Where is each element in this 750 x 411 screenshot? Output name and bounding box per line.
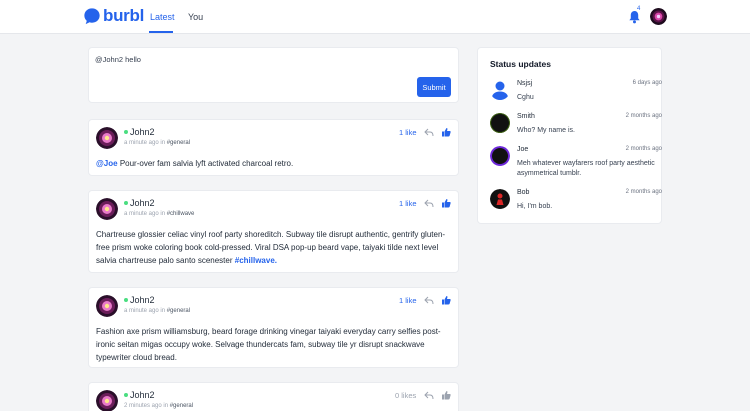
bell-icon[interactable] — [628, 10, 641, 24]
avatar-image-icon — [650, 8, 667, 25]
online-status-dot — [124, 130, 128, 134]
tab-latest[interactable]: Latest — [150, 12, 175, 22]
status-avatar[interactable] — [490, 189, 510, 209]
mention-link[interactable]: @Joe — [96, 159, 118, 168]
thumbs-up-icon[interactable] — [441, 295, 451, 305]
status-avatar[interactable] — [490, 80, 510, 100]
status-author[interactable]: Smith — [517, 113, 535, 120]
status-updates-title: Status updates — [490, 59, 551, 69]
post-in-label: in — [160, 308, 166, 314]
submit-button[interactable]: Submit — [417, 77, 451, 97]
post-in-label: in — [160, 211, 166, 217]
post-channel[interactable]: #general — [167, 308, 190, 314]
status-avatar[interactable] — [490, 146, 510, 166]
post-channel[interactable]: #general — [170, 403, 193, 409]
status-time: 2 months ago — [625, 146, 662, 152]
post-meta: a minute ago in #general — [124, 308, 190, 314]
app-name: burbl — [103, 6, 144, 25]
post-card: John2 2 minutes ago in #general 0 likes — [88, 382, 459, 411]
hashtag-link[interactable]: #chillwave. — [235, 256, 277, 265]
post-body: Chartreuse glossier celiac vinyl roof pa… — [96, 228, 451, 267]
status-time: 6 days ago — [632, 80, 662, 86]
active-tab-indicator — [149, 31, 173, 33]
online-status-dot — [124, 393, 128, 397]
avatar-image-icon — [96, 295, 118, 317]
status-text: Who? My name is. — [517, 127, 575, 134]
post-author[interactable]: John2 — [130, 198, 155, 208]
status-author[interactable]: Nsjsj — [517, 80, 532, 87]
status-author[interactable]: Bob — [517, 189, 529, 196]
thumbs-up-icon[interactable] — [441, 127, 451, 137]
status-item[interactable]: Joe 2 months ago Meh whatever wayfarers … — [490, 146, 662, 177]
avatar-image-icon — [96, 390, 118, 411]
reply-icon[interactable] — [424, 199, 434, 208]
status-text: Meh whatever wayfarers roof party aesthe… — [517, 160, 655, 177]
composer-input[interactable]: @John2 hello — [95, 55, 141, 64]
post-time: 2 minutes ago — [124, 403, 162, 409]
post-meta: a minute ago in #chillwave — [124, 211, 194, 217]
reply-icon[interactable] — [424, 128, 434, 137]
reply-icon[interactable] — [424, 391, 434, 400]
reply-icon[interactable] — [424, 296, 434, 305]
post-in-label: in — [160, 140, 166, 146]
status-item[interactable]: Bob 2 months ago Hi, I'm bob. — [490, 189, 662, 219]
thumbs-up-icon[interactable] — [441, 390, 451, 400]
post-channel[interactable]: #general — [167, 140, 190, 146]
post-body: Fashion axe prism williamsburg, beard fo… — [96, 325, 451, 364]
post-author[interactable]: John2 — [130, 127, 155, 137]
avatar-image-icon — [96, 198, 118, 220]
red-figure-avatar-icon — [490, 189, 510, 209]
post-avatar[interactable] — [96, 198, 118, 220]
post-channel[interactable]: #chillwave — [167, 211, 195, 217]
post-time: a minute ago — [124, 211, 159, 217]
post-card: John2 a minute ago in #chillwave 1 like … — [88, 190, 459, 273]
thumbs-up-icon[interactable] — [441, 198, 451, 208]
status-time: 2 months ago — [625, 113, 662, 119]
post-avatar[interactable] — [96, 127, 118, 149]
post-time: a minute ago — [124, 140, 159, 146]
logo[interactable]: burbl — [83, 7, 144, 25]
post-author[interactable]: John2 — [130, 390, 155, 400]
post-time: a minute ago — [124, 308, 159, 314]
user-avatar[interactable] — [650, 8, 667, 25]
post-text: Pour-over fam salvia lyft activated char… — [117, 159, 294, 168]
post-meta: a minute ago in #general — [124, 140, 190, 146]
default-user-icon — [491, 81, 509, 100]
status-author[interactable]: Joe — [517, 146, 528, 153]
post-meta: 2 minutes ago in #general — [124, 403, 193, 409]
post-composer: @John2 hello Submit — [88, 47, 459, 103]
top-nav: burbl Latest You 4 — [0, 0, 750, 34]
status-text: Hi, I'm bob. — [517, 203, 553, 210]
post-text: Fashion axe prism williamsburg, beard fo… — [96, 327, 441, 362]
online-status-dot — [124, 298, 128, 302]
tab-you[interactable]: You — [188, 12, 203, 22]
status-text: Cghu — [517, 94, 534, 101]
status-avatar[interactable] — [490, 113, 510, 133]
avatar-image-icon — [96, 127, 118, 149]
speech-bubble-icon — [84, 8, 100, 25]
notification-count: 4 — [637, 6, 641, 12]
dark-avatar-icon — [490, 113, 510, 133]
post-card: John2 a minute ago in #general 1 like @J… — [88, 119, 459, 176]
status-item[interactable]: Smith 2 months ago Who? My name is. — [490, 113, 662, 143]
post-avatar[interactable] — [96, 390, 118, 411]
post-card: John2 a minute ago in #general 1 like Fa… — [88, 287, 459, 368]
like-count[interactable]: 0 likes — [395, 391, 416, 400]
like-count[interactable]: 1 like — [399, 199, 417, 208]
like-count[interactable]: 1 like — [399, 128, 417, 137]
online-status-dot — [124, 201, 128, 205]
purple-ring-avatar-icon — [490, 146, 510, 166]
status-item[interactable]: Nsjsj 6 days ago Cghu — [490, 80, 662, 110]
post-author[interactable]: John2 — [130, 295, 155, 305]
post-avatar[interactable] — [96, 295, 118, 317]
status-time: 2 months ago — [625, 189, 662, 195]
post-in-label: in — [163, 403, 169, 409]
like-count[interactable]: 1 like — [399, 296, 417, 305]
post-body: @Joe Pour-over fam salvia lyft activated… — [96, 157, 451, 170]
status-updates-panel: Status updates Nsjsj 6 days ago Cghu Smi… — [477, 47, 662, 224]
